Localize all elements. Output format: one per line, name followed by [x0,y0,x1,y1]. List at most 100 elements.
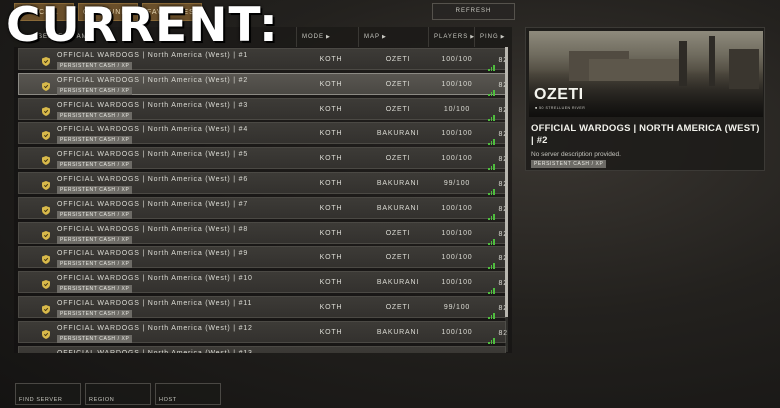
map-name: OZETI [534,86,584,103]
server-name: OFFICIAL WARDOGS | North America (West) … [57,350,253,353]
mode-cell: KOTH [319,155,343,163]
server-tag: PERSISTENT CASH / XP [57,310,133,318]
table-row[interactable]: OFFICIAL WARDOGS | North America (West) … [18,72,507,96]
host-button[interactable]: HOST [155,383,221,405]
table-row[interactable]: OFFICIAL WARDOGS | North America (West) … [18,122,507,146]
column-ping-label: PING [480,34,499,40]
map-cell: BAKURANI [376,180,420,187]
players-cell: 100/100 [433,347,481,353]
mode-cell: KOTH [319,328,343,336]
mode-cell: KOTH [319,105,343,113]
map-cell: OZETI [385,56,411,63]
mode-cell: KOTH [319,279,343,287]
column-mode-label: MODE [302,34,324,40]
map-cell: OZETI [363,347,433,353]
table-row[interactable]: OFFICIAL WARDOGS | North America (West) … [18,246,507,270]
players-cell: 100/100 [441,155,473,163]
map-cell: BAKURANI [376,279,420,287]
mode-cell: KOTH [319,56,343,63]
server-tag: PERSISTENT CASH / XP [57,62,133,70]
server-name: OFFICIAL WARDOGS | North America (West) … [57,151,249,159]
server-tag: PERSISTENT CASH / XP [57,136,133,145]
server-description: No server description provided. [531,151,621,158]
column-map-label: MAP [364,34,381,40]
server-name: OFFICIAL WARDOGS | North America (West) … [57,126,249,134]
players-cell: 100/100 [441,279,473,287]
mode-cell: KOTH [319,204,343,212]
shield-icon [42,329,50,339]
signal-icon [488,99,496,121]
shield-icon [42,181,50,190]
map-cell: BAKURANI [376,204,420,212]
column-players[interactable]: PLAYERS ▶ [428,27,474,47]
table-row[interactable]: OFFICIAL WARDOGS | North America (West) … [18,296,507,319]
mode-cell: KOTH [319,254,343,262]
server-name: OFFICIAL WARDOGS | North America (West) … [57,200,249,208]
map-preview-image: OZETI ■ 50 STRELLUEN RIVER [529,31,763,117]
server-tag: PERSISTENT CASH / XP [57,210,133,219]
shield-icon [42,57,50,66]
column-map[interactable]: MAP ▶ [358,27,428,47]
map-cell: OZETI [385,229,411,237]
server-name: OFFICIAL WARDOGS | North America (West) … [57,52,249,59]
mode-cell: KOTH [319,130,343,138]
server-title: OFFICIAL WARDOGS | NORTH AMERICA (WEST) … [531,123,760,146]
signal-icon [488,322,496,344]
refresh-button[interactable]: REFRESH [432,3,515,20]
table-row[interactable]: OFFICIAL WARDOGS | North America (West) … [18,196,507,220]
map-cell: BAKURANI [376,130,420,138]
table-row[interactable]: OFFICIAL WARDOGS | North America (West) … [18,147,507,171]
shield-icon [42,230,50,240]
mode-cell: KOTH [301,347,361,353]
column-ping[interactable]: PING ▶ [474,27,512,47]
map-subtitle: ■ 50 STRELLUEN RIVER [535,106,586,110]
signal-icon [488,148,496,171]
map-cell: OZETI [385,80,411,88]
find-server-button[interactable]: FIND SERVER [15,383,81,405]
server-name: OFFICIAL WARDOGS | North America (West) … [57,324,253,332]
table-row[interactable]: OFFICIAL WARDOGS | North America (West) … [18,97,507,121]
server-tag: PERSISTENT CASH / XP [57,235,133,244]
server-name: OFFICIAL WARDOGS | North America (West) … [57,300,253,307]
server-name: OFFICIAL WARDOGS | North America (West) … [57,176,249,183]
table-row[interactable]: OFFICIAL WARDOGS | North America (West) … [18,320,507,344]
players-cell: 100/100 [441,254,473,262]
players-cell: 100/100 [441,80,473,88]
map-cell: OZETI [385,254,411,262]
sort-arrow-icon: ▶ [500,34,506,40]
server-tag: PERSISTENT CASH / XP [57,86,133,95]
table-row[interactable]: OFFICIAL WARDOGS | North America (West) … [18,172,507,195]
signal-icon [488,49,496,71]
server-list: SERVER NAME MODE ▶ MAP ▶ PLAYERS ▶ PING ▶ OF… [14,27,512,353]
server-name: OFFICIAL WARDOGS | North America (West) … [57,76,249,84]
mode-cell: KOTH [319,180,343,187]
shield-icon [42,280,50,290]
players-cell: 99/100 [443,180,471,187]
signal-icon [488,297,496,319]
server-tag: PERSISTENT CASH / XP [57,161,133,170]
table-row[interactable]: OFFICIAL WARDOGS | North America (West) … [18,221,507,245]
players-cell: 10/100 [443,105,471,113]
signal-icon [488,247,496,270]
map-cell: BAKURANI [376,328,420,336]
map-cell: OZETI [385,304,411,311]
scrollbar-thumb[interactable] [505,47,508,317]
table-row[interactable]: OFFICIAL WARDOGS | North America (West) … [18,345,506,353]
server-name: OFFICIAL WARDOGS | North America (West) … [57,275,253,283]
server-detail-panel: OZETI ■ 50 STRELLUEN RIVER OFFICIAL WARD… [525,27,765,171]
table-row[interactable]: OFFICIAL WARDOGS | North America (West) … [18,271,507,295]
map-cell: OZETI [385,155,411,163]
shield-icon [42,81,50,91]
server-tag: PERSISTENT CASH / XP [57,111,133,120]
server-tag: PERSISTENT CASH / XP [57,334,133,343]
map-cell: OZETI [385,105,411,113]
region-button[interactable]: REGION [85,383,151,405]
players-cell: 100/100 [441,328,473,336]
server-tag: PERSISTENT CASH / XP [57,186,133,194]
column-mode[interactable]: MODE ▶ [296,27,358,47]
signal-icon [488,198,496,220]
shield-icon [42,255,50,265]
overlay-title: CURRENT: [6,0,279,53]
shield-icon [42,156,50,166]
players-cell: 100/100 [441,56,473,63]
